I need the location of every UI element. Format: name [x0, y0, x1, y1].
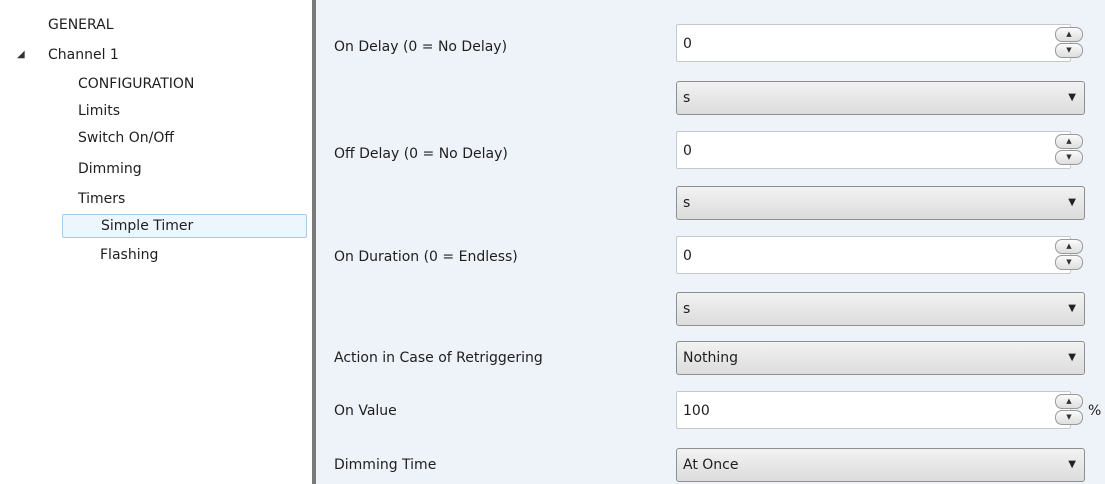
- tree-item-timers[interactable]: Timers: [78, 187, 125, 211]
- spin-down-icon[interactable]: ▼: [1055, 43, 1083, 58]
- spin-up-icon[interactable]: ▲: [1055, 394, 1083, 409]
- tree-item-channel-1[interactable]: Channel 1: [48, 43, 119, 67]
- tree-item-configuration[interactable]: CONFIGURATION: [78, 72, 194, 96]
- collapse-caret-icon[interactable]: ◢: [17, 43, 25, 67]
- tree-item-simple-timer[interactable]: Simple Timer: [62, 214, 307, 238]
- dimming-time-select[interactable]: At Once ▼: [676, 448, 1085, 482]
- on-delay-label: On Delay (0 = No Delay): [334, 39, 508, 55]
- tree-item-label: Limits: [78, 103, 120, 119]
- off-delay-label: Off Delay (0 = No Delay): [334, 146, 508, 162]
- tree-item-switch-on-off[interactable]: Switch On/Off: [78, 126, 174, 150]
- on-value-unit: %: [1088, 403, 1102, 419]
- spin-down-icon[interactable]: ▼: [1055, 150, 1083, 165]
- on-duration-input[interactable]: 0: [676, 236, 1071, 274]
- sidebar-tree: GENERAL ◢ Channel 1 CONFIGURATION Limits…: [0, 0, 312, 484]
- dropdown-arrow-icon: ▼: [1068, 197, 1076, 208]
- on-delay-unit-select[interactable]: s ▼: [676, 81, 1085, 115]
- tree-item-label: Flashing: [100, 247, 159, 263]
- off-delay-input[interactable]: 0: [676, 131, 1071, 169]
- dropdown-arrow-icon: ▼: [1068, 92, 1076, 103]
- tree-item-label: Channel 1: [48, 47, 119, 63]
- off-delay-unit-select[interactable]: s ▼: [676, 186, 1085, 220]
- tree-item-dimming[interactable]: Dimming: [78, 157, 142, 181]
- on-value-label: On Value: [334, 403, 397, 419]
- spin-down-icon[interactable]: ▼: [1055, 255, 1083, 270]
- spin-down-icon[interactable]: ▼: [1055, 410, 1083, 425]
- on-duration-label: On Duration (0 = Endless): [334, 249, 518, 265]
- tree-item-label: Timers: [78, 191, 126, 207]
- tree-item-label: GENERAL: [48, 17, 114, 33]
- off-delay-spinner[interactable]: ▲ ▼: [1055, 134, 1085, 166]
- spin-up-icon[interactable]: ▲: [1055, 27, 1083, 42]
- spin-up-icon[interactable]: ▲: [1055, 239, 1083, 254]
- tree-item-label: Dimming: [78, 161, 142, 177]
- retrigger-action-select[interactable]: Nothing ▼: [676, 341, 1085, 375]
- tree-item-general[interactable]: GENERAL: [48, 13, 114, 37]
- on-duration-unit-select[interactable]: s ▼: [676, 292, 1085, 326]
- on-delay-input[interactable]: 0: [676, 24, 1071, 62]
- spin-up-icon[interactable]: ▲: [1055, 134, 1083, 149]
- dropdown-arrow-icon: ▼: [1068, 459, 1076, 470]
- tree-item-limits[interactable]: Limits: [78, 99, 120, 123]
- on-delay-spinner[interactable]: ▲ ▼: [1055, 27, 1085, 59]
- on-value-spinner[interactable]: ▲ ▼: [1055, 394, 1085, 426]
- tree-item-flashing[interactable]: Flashing: [100, 243, 158, 267]
- on-duration-spinner[interactable]: ▲ ▼: [1055, 239, 1085, 271]
- retrigger-action-label: Action in Case of Retriggering: [334, 350, 543, 366]
- tree-item-label: CONFIGURATION: [78, 76, 195, 92]
- tree-item-label: Switch On/Off: [78, 130, 175, 146]
- dropdown-arrow-icon: ▼: [1068, 352, 1076, 363]
- dropdown-arrow-icon: ▼: [1068, 303, 1076, 314]
- on-value-input[interactable]: 100: [676, 391, 1071, 429]
- tree-item-label: Simple Timer: [101, 218, 194, 234]
- dimming-time-label: Dimming Time: [334, 457, 437, 473]
